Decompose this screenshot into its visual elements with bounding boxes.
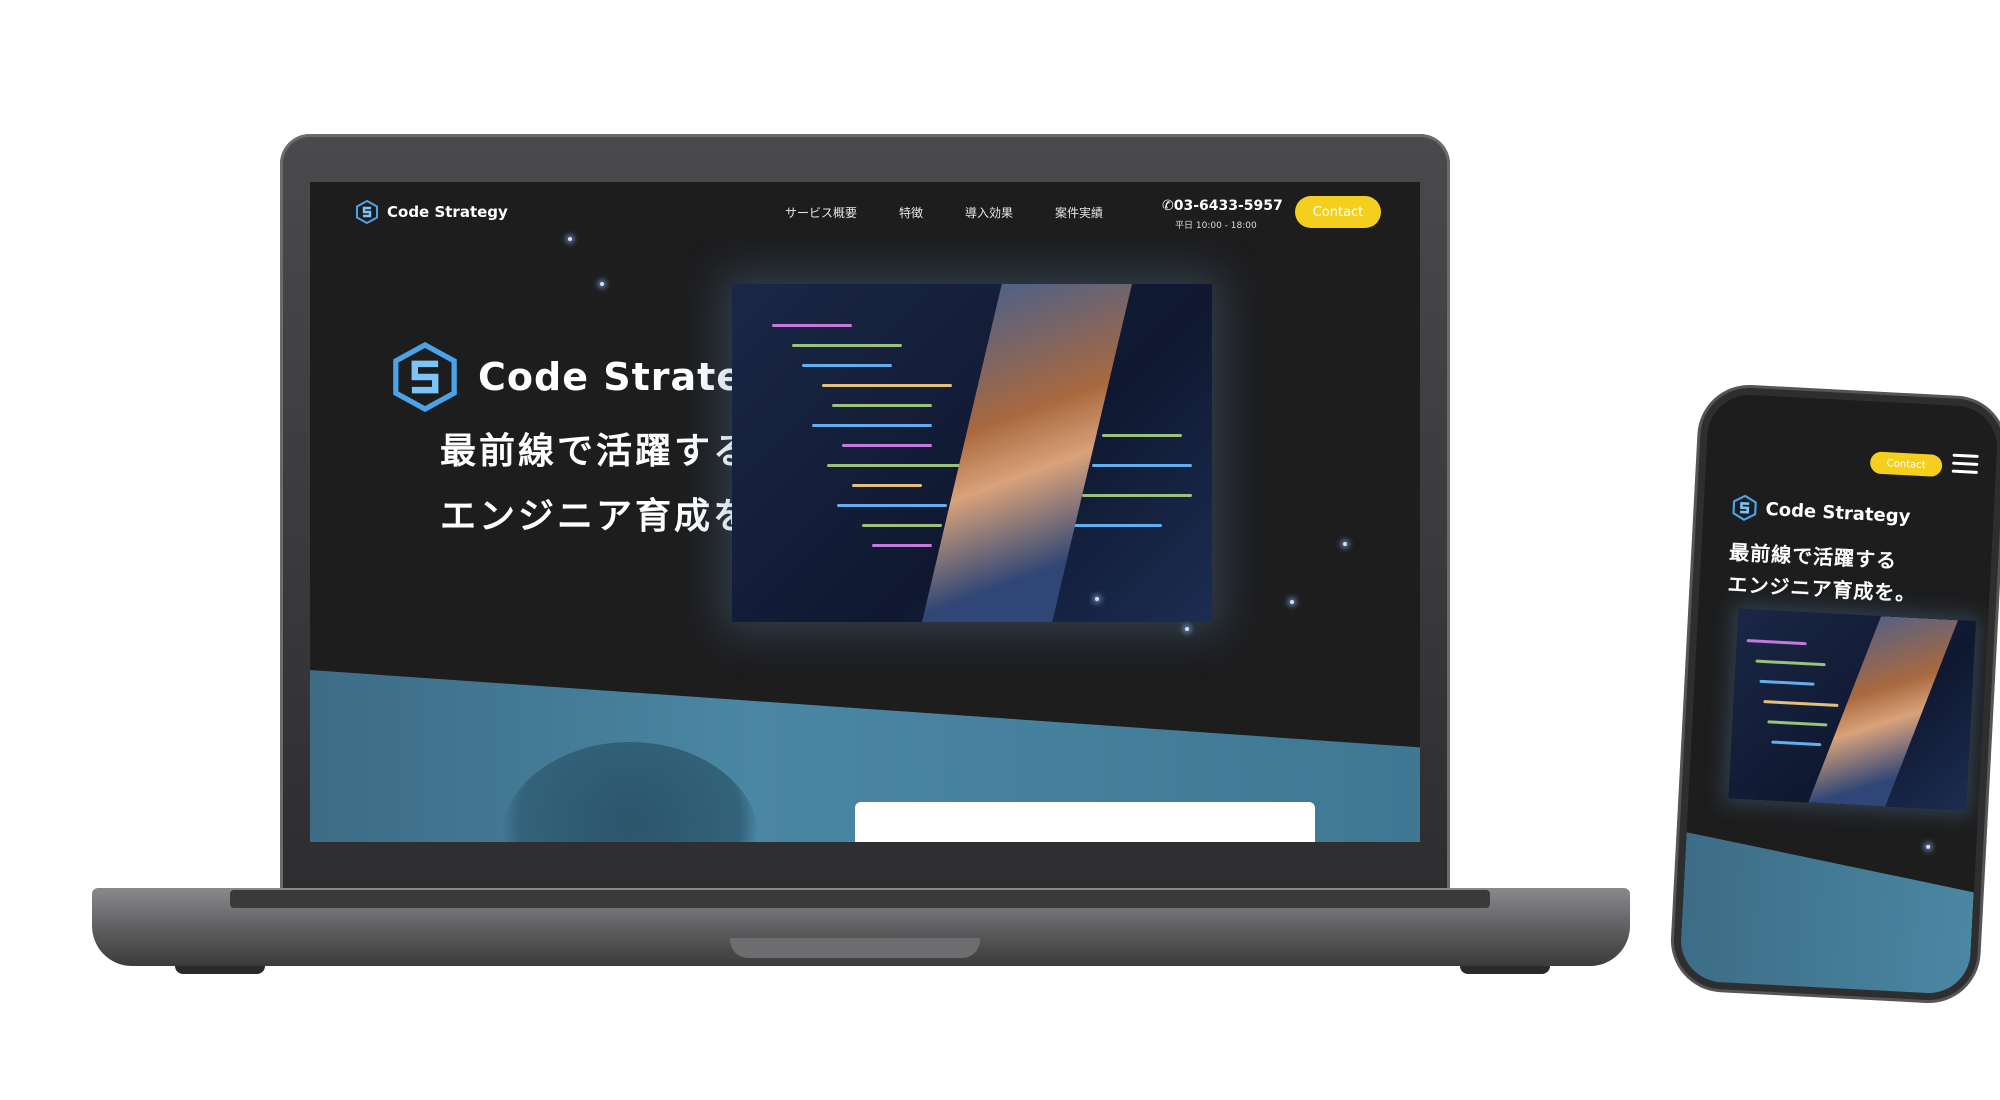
phone-number-text: 03-6433-5957 (1173, 198, 1283, 214)
section-card (855, 802, 1315, 842)
main-nav: サービス概要 特徴 導入効果 案件実績 (785, 204, 1103, 221)
laptop-foot-left (175, 966, 265, 974)
handshake-image (922, 284, 1132, 622)
nav-item-service[interactable]: サービス概要 (785, 204, 857, 221)
nav-item-features[interactable]: 特徴 (899, 204, 923, 221)
phone-hero-line2: エンジニア育成を。 (1726, 572, 1917, 606)
code-strategy-logo-icon (1732, 494, 1757, 521)
nav-item-cases[interactable]: 案件実績 (1055, 204, 1103, 221)
contact-button[interactable]: Contact (1295, 196, 1381, 228)
code-strategy-logo-icon (356, 200, 378, 224)
laptop-trackpad-notch (730, 938, 980, 958)
phone-number[interactable]: ✆03-6433-5957 (1162, 198, 1283, 214)
phone-brand: Code Strategy (1765, 498, 1911, 527)
hamburger-menu-icon[interactable] (1951, 453, 1979, 475)
nav-brand: Code Strategy (387, 203, 508, 221)
laptop-keyboard (230, 890, 1490, 908)
phone-icon: ✆ (1162, 198, 1174, 214)
nav-item-effects[interactable]: 導入効果 (965, 204, 1013, 221)
phone-handshake-image (1808, 613, 1958, 810)
phone-hero-image (1728, 608, 1977, 811)
hero-image (732, 284, 1212, 622)
phone-logo: Code Strategy (1731, 494, 1911, 529)
hero-heading-line1: 最前線で活躍する (440, 431, 753, 472)
laptop-foot-right (1460, 966, 1550, 974)
nav-logo[interactable]: Code Strategy (355, 200, 508, 224)
code-strategy-logo-icon (393, 342, 457, 412)
phone-contact-button[interactable]: Contact (1869, 451, 1943, 478)
laptop-screen: Code Strategy サービス概要 特徴 導入効果 案件実績 ✆03-64… (310, 182, 1420, 842)
phone-device: Contact Code Strategy 最前線で活躍する エンジニア育成を。 (1678, 392, 2000, 996)
phone-hero-line1: 最前線で活躍する (1728, 540, 1898, 573)
business-hours: 平日 10:00 - 18:00 (1175, 221, 1257, 231)
phone-next-section-band (1679, 832, 1976, 995)
